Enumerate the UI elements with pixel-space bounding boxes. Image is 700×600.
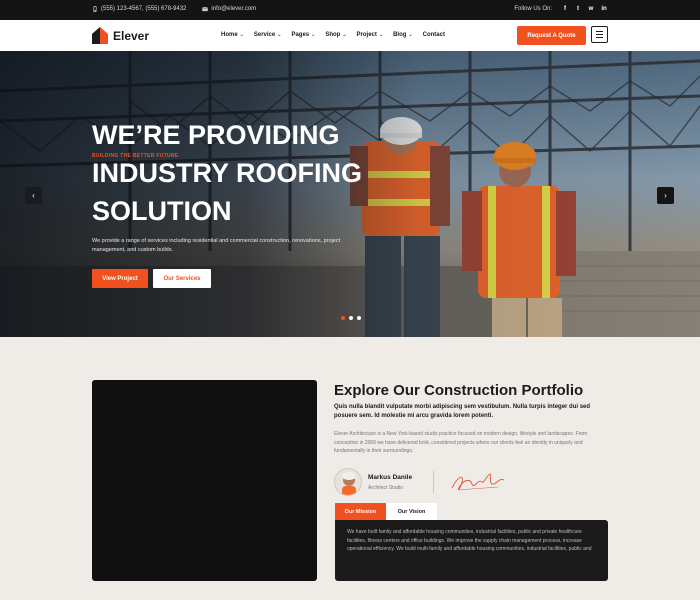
nav-label: Service [253, 32, 276, 38]
site-header: Elever Home ⌄ Service ⌄ Pages ⌄ Shop ⌄ Proje… [0, 20, 700, 51]
social-links: Follow Us On: f t w in [514, 5, 608, 13]
our-services-button[interactable]: Our Services [153, 269, 211, 288]
main-nav: Home ⌄ Service ⌄ Pages ⌄ Shop ⌄ Project ⌄ Blo… [221, 32, 445, 38]
twitter-icon[interactable]: t [574, 5, 582, 13]
portfolio-title: Explore Our Construction Portfolio [334, 382, 584, 399]
chevron-down-icon: ⌄ [408, 32, 413, 38]
nav-label: Blog [393, 32, 407, 38]
logo-house-icon [92, 27, 108, 44]
nav-label: Pages [291, 32, 310, 38]
chevron-down-icon: ⌄ [239, 32, 244, 38]
whatsapp-icon[interactable]: w [587, 5, 595, 13]
hero-title-line-1: WE’RE PROVIDING [92, 120, 340, 150]
divider [433, 471, 434, 493]
tab-panel-text: We have built family and affordable hous… [347, 529, 592, 552]
nav-label: Project [356, 32, 377, 38]
nav-item-pages[interactable]: Pages ⌄ [291, 32, 315, 38]
tab-our-vision[interactable]: Our Vision [386, 503, 437, 520]
chevron-down-icon: ⌄ [277, 32, 282, 38]
nav-label: Shop [325, 32, 341, 38]
email-text: info@elever.com [211, 6, 257, 12]
contact-info: (555) 123-4567, (555) 678-9432 info@elev… [92, 6, 256, 12]
tab-panel: We have built family and affordable hous… [335, 520, 608, 581]
author-role: Architect Studio [368, 484, 404, 491]
nav-item-service[interactable]: Service ⌄ [254, 32, 282, 38]
hero-title: WE’RE PROVIDING INDUSTRY ROOFING SOLUTIO… [92, 116, 412, 230]
phone-icon [93, 6, 97, 12]
linkedin-icon[interactable]: in [600, 5, 608, 13]
portfolio-body: Elever Architecture is a New York-based … [334, 431, 588, 454]
nav-label: Home [221, 32, 238, 38]
chevron-down-icon: ⌄ [342, 32, 347, 38]
hero-slider: BUILDING THE BETTER FUTURE WE’RE PROVIDI… [0, 51, 700, 337]
portfolio-subtitle: Quis nulla blandit vulputate morbi adipi… [334, 404, 591, 419]
mail-icon [202, 7, 209, 12]
author-block: Markus Danile Architect Studio [334, 468, 412, 496]
nav-item-shop[interactable]: Shop ⌄ [325, 32, 346, 38]
nav-item-home[interactable]: Home ⌄ [221, 32, 244, 38]
mission-vision-tabs: Our Mission Our Vision [335, 503, 437, 520]
follow-label: Follow Us On: [514, 6, 552, 12]
top-bar: (555) 123-4567, (555) 678-9432 info@elev… [0, 0, 700, 20]
request-quote-button[interactable]: Request A Quote [517, 26, 586, 45]
nav-item-contact[interactable]: Contact [423, 32, 445, 38]
nav-label: Contact [422, 32, 445, 38]
slider-dot-3[interactable] [357, 316, 361, 320]
slider-dot-2[interactable] [349, 316, 353, 320]
slider-dot-1[interactable] [341, 316, 345, 320]
brand-name: Elever [113, 28, 150, 43]
view-project-button[interactable]: View Project [92, 269, 148, 288]
hero-title-line-3: SOLUTION [92, 196, 232, 226]
phone-text: (555) 123-4567, (555) 678-9432 [101, 6, 187, 12]
slider-dots [341, 316, 361, 320]
hero-title-line-2: INDUSTRY ROOFING [92, 158, 363, 188]
signature-image [451, 473, 505, 491]
author-info: Markus Danile Architect Studio [368, 474, 412, 491]
author-name: Markus Danile [368, 473, 413, 481]
logo[interactable]: Elever [92, 27, 149, 44]
hero-description: We provide a range of services including… [92, 238, 341, 253]
phone-item[interactable]: (555) 123-4567, (555) 678-9432 [92, 6, 186, 12]
portfolio-video[interactable] [92, 380, 317, 581]
arrow-right-icon[interactable]: › [657, 187, 674, 204]
nav-item-project[interactable]: Project ⌄ [357, 32, 384, 38]
chevron-down-icon: ⌄ [378, 32, 384, 38]
nav-item-blog[interactable]: Blog ⌄ [393, 32, 413, 38]
avatar [334, 468, 362, 496]
chevron-down-icon: ⌄ [311, 32, 316, 38]
arrow-left-icon[interactable]: ‹ [25, 187, 42, 204]
tab-our-mission[interactable]: Our Mission [335, 503, 386, 520]
email-item[interactable]: info@elever.com [202, 6, 256, 12]
hamburger-icon[interactable] [591, 26, 608, 43]
facebook-icon[interactable]: f [561, 5, 569, 13]
